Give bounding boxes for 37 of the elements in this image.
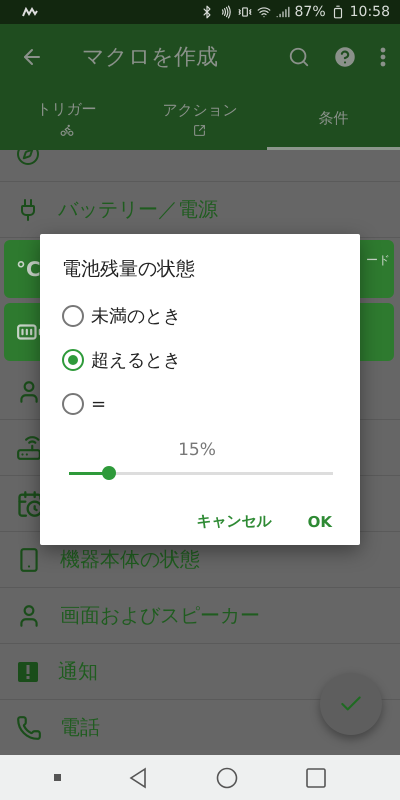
home-button[interactable] [216,766,238,788]
tab[interactable]: トリガー [0,90,134,150]
telephone-icon [16,714,42,740]
dialog-button[interactable]: キャンセル [196,508,272,535]
wifi-icon [256,5,271,19]
signal-icon [276,5,290,19]
celsius-icon: °C [16,257,41,281]
screen-title: マクロを作成 [82,44,219,72]
tab[interactable]: 条件 [266,90,400,150]
search-icon [288,46,310,68]
more-options-icon [380,47,386,67]
back-nav-button[interactable] [129,766,148,788]
option-label[interactable]: 未満のとき [91,304,181,328]
option-label[interactable]: = [91,394,106,414]
dialog-title: 電池残量の状態 [62,257,196,282]
dialog-button[interactable]: OK [308,508,332,535]
radio-button[interactable] [62,393,84,415]
help-icon [332,44,358,70]
app-logo-icon [22,7,38,17]
more-options-button[interactable] [380,47,386,67]
help-button[interactable] [332,44,358,70]
card-label: ード [366,252,390,268]
router-icon [16,434,42,460]
clock: 10:58 [350,4,390,20]
bicycle-icon [60,123,74,137]
alert-icon [16,660,40,684]
battery-percent: 87% [294,4,326,20]
search-button[interactable] [288,46,310,68]
slider-thumb[interactable] [102,466,116,480]
radio-button[interactable] [62,305,84,327]
recents-button[interactable] [306,768,326,788]
vibrate-icon [238,5,252,19]
tab[interactable]: アクション [133,90,267,150]
radio-button[interactable] [62,349,84,371]
slider-value: 15% [178,440,216,460]
option-label[interactable]: 超えるとき [91,348,181,372]
external-link-icon [193,124,206,136]
